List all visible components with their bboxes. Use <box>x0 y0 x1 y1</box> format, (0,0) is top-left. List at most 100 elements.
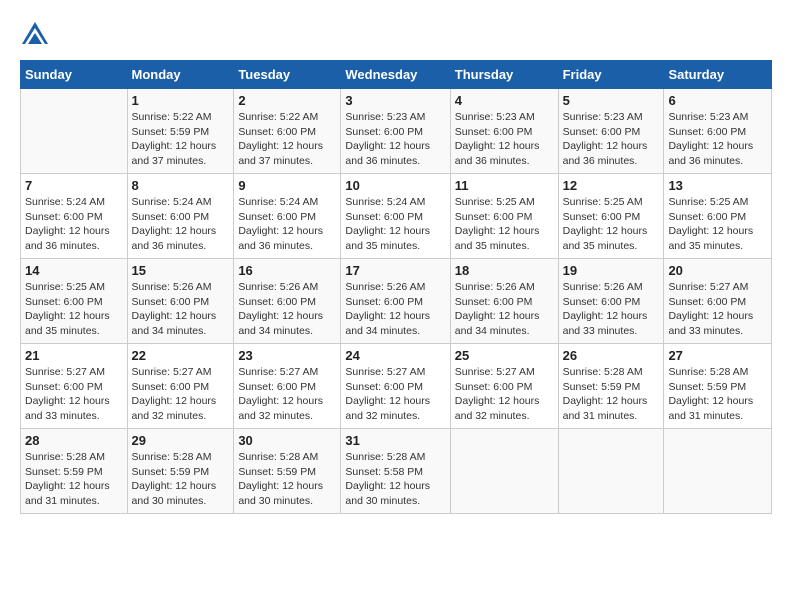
calendar-cell: 11 Sunrise: 5:25 AM Sunset: 6:00 PM Dayli… <box>450 174 558 259</box>
header-row: SundayMondayTuesdayWednesdayThursdayFrid… <box>21 61 772 89</box>
calendar-cell: 28 Sunrise: 5:28 AM Sunset: 5:59 PM Dayli… <box>21 429 128 514</box>
day-info: Sunrise: 5:26 AM Sunset: 6:00 PM Dayligh… <box>455 280 554 339</box>
day-number: 6 <box>668 93 767 108</box>
header-day-monday: Monday <box>127 61 234 89</box>
calendar-cell: 7Sunrise: 5:24 AM Sunset: 6:00 PM Daylig… <box>21 174 128 259</box>
day-info: Sunrise: 5:22 AM Sunset: 5:59 PM Dayligh… <box>132 110 230 169</box>
day-number: 9 <box>238 178 336 193</box>
day-info: Sunrise: 5:26 AM Sunset: 6:00 PM Dayligh… <box>563 280 660 339</box>
day-number: 24 <box>345 348 445 363</box>
day-info: Sunrise: 5:25 AM Sunset: 6:00 PM Dayligh… <box>563 195 660 254</box>
day-number: 17 <box>345 263 445 278</box>
calendar-cell: 20 Sunrise: 5:27 AM Sunset: 6:00 PM Dayli… <box>664 259 772 344</box>
day-info: Sunrise: 5:25 AM Sunset: 6:00 PM Dayligh… <box>668 195 767 254</box>
calendar-cell: 14 Sunrise: 5:25 AM Sunset: 6:00 PM Dayli… <box>21 259 128 344</box>
day-number: 18 <box>455 263 554 278</box>
day-number: 12 <box>563 178 660 193</box>
day-number: 8 <box>132 178 230 193</box>
day-info: Sunrise: 5:25 AM Sunset: 6:00 PM Dayligh… <box>455 195 554 254</box>
header-day-thursday: Thursday <box>450 61 558 89</box>
calendar-cell: 12 Sunrise: 5:25 AM Sunset: 6:00 PM Dayli… <box>558 174 664 259</box>
calendar-cell <box>558 429 664 514</box>
day-info: Sunrise: 5:27 AM Sunset: 6:00 PM Dayligh… <box>132 365 230 424</box>
day-number: 1 <box>132 93 230 108</box>
day-number: 10 <box>345 178 445 193</box>
calendar-cell: 16 Sunrise: 5:26 AM Sunset: 6:00 PM Dayli… <box>234 259 341 344</box>
header-day-friday: Friday <box>558 61 664 89</box>
day-info: Sunrise: 5:23 AM Sunset: 6:00 PM Dayligh… <box>668 110 767 169</box>
calendar-cell: 25 Sunrise: 5:27 AM Sunset: 6:00 PM Dayli… <box>450 344 558 429</box>
day-info: Sunrise: 5:25 AM Sunset: 6:00 PM Dayligh… <box>25 280 123 339</box>
day-info: Sunrise: 5:23 AM Sunset: 6:00 PM Dayligh… <box>455 110 554 169</box>
day-number: 23 <box>238 348 336 363</box>
day-number: 15 <box>132 263 230 278</box>
week-row-4: 21 Sunrise: 5:27 AM Sunset: 6:00 PM Dayli… <box>21 344 772 429</box>
calendar-cell: 26 Sunrise: 5:28 AM Sunset: 5:59 PM Dayli… <box>558 344 664 429</box>
day-number: 20 <box>668 263 767 278</box>
calendar-cell: 24Sunrise: 5:27 AM Sunset: 6:00 PM Dayli… <box>341 344 450 429</box>
calendar-cell: 15 Sunrise: 5:26 AM Sunset: 6:00 PM Dayli… <box>127 259 234 344</box>
calendar-cell: 8 Sunrise: 5:24 AM Sunset: 6:00 PM Daylig… <box>127 174 234 259</box>
day-info: Sunrise: 5:27 AM Sunset: 6:00 PM Dayligh… <box>238 365 336 424</box>
logo-icon <box>20 20 50 50</box>
day-number: 5 <box>563 93 660 108</box>
day-info: Sunrise: 5:24 AM Sunset: 6:00 PM Dayligh… <box>345 195 445 254</box>
calendar-cell: 27Sunrise: 5:28 AM Sunset: 5:59 PM Dayli… <box>664 344 772 429</box>
day-number: 11 <box>455 178 554 193</box>
header-day-wednesday: Wednesday <box>341 61 450 89</box>
calendar-cell: 18 Sunrise: 5:26 AM Sunset: 6:00 PM Dayli… <box>450 259 558 344</box>
day-info: Sunrise: 5:22 AM Sunset: 6:00 PM Dayligh… <box>238 110 336 169</box>
week-row-2: 7Sunrise: 5:24 AM Sunset: 6:00 PM Daylig… <box>21 174 772 259</box>
day-info: Sunrise: 5:27 AM Sunset: 6:00 PM Dayligh… <box>668 280 767 339</box>
calendar-cell: 1 Sunrise: 5:22 AM Sunset: 5:59 PM Daylig… <box>127 89 234 174</box>
day-number: 14 <box>25 263 123 278</box>
day-number: 22 <box>132 348 230 363</box>
day-info: Sunrise: 5:28 AM Sunset: 5:58 PM Dayligh… <box>345 450 445 509</box>
calendar-cell <box>450 429 558 514</box>
day-info: Sunrise: 5:27 AM Sunset: 6:00 PM Dayligh… <box>455 365 554 424</box>
calendar-cell: 17 Sunrise: 5:26 AM Sunset: 6:00 PM Dayli… <box>341 259 450 344</box>
day-number: 2 <box>238 93 336 108</box>
day-info: Sunrise: 5:28 AM Sunset: 5:59 PM Dayligh… <box>132 450 230 509</box>
week-row-5: 28 Sunrise: 5:28 AM Sunset: 5:59 PM Dayli… <box>21 429 772 514</box>
day-number: 13 <box>668 178 767 193</box>
calendar-cell: 2 Sunrise: 5:22 AM Sunset: 6:00 PM Daylig… <box>234 89 341 174</box>
day-number: 21 <box>25 348 123 363</box>
day-info: Sunrise: 5:27 AM Sunset: 6:00 PM Dayligh… <box>25 365 123 424</box>
week-row-1: 1 Sunrise: 5:22 AM Sunset: 5:59 PM Daylig… <box>21 89 772 174</box>
calendar-cell: 10 Sunrise: 5:24 AM Sunset: 6:00 PM Dayli… <box>341 174 450 259</box>
day-number: 29 <box>132 433 230 448</box>
day-number: 16 <box>238 263 336 278</box>
day-info: Sunrise: 5:28 AM Sunset: 5:59 PM Dayligh… <box>563 365 660 424</box>
day-info: Sunrise: 5:23 AM Sunset: 6:00 PM Dayligh… <box>563 110 660 169</box>
day-number: 28 <box>25 433 123 448</box>
calendar-cell: 23 Sunrise: 5:27 AM Sunset: 6:00 PM Dayli… <box>234 344 341 429</box>
day-info: Sunrise: 5:24 AM Sunset: 6:00 PM Dayligh… <box>238 195 336 254</box>
day-info: Sunrise: 5:24 AM Sunset: 6:00 PM Dayligh… <box>25 195 123 254</box>
day-number: 19 <box>563 263 660 278</box>
calendar-cell: 13 Sunrise: 5:25 AM Sunset: 6:00 PM Dayli… <box>664 174 772 259</box>
day-info: Sunrise: 5:28 AM Sunset: 5:59 PM Dayligh… <box>25 450 123 509</box>
calendar-cell <box>21 89 128 174</box>
day-info: Sunrise: 5:28 AM Sunset: 5:59 PM Dayligh… <box>668 365 767 424</box>
day-info: Sunrise: 5:26 AM Sunset: 6:00 PM Dayligh… <box>238 280 336 339</box>
day-number: 26 <box>563 348 660 363</box>
calendar-cell: 6 Sunrise: 5:23 AM Sunset: 6:00 PM Daylig… <box>664 89 772 174</box>
day-info: Sunrise: 5:24 AM Sunset: 6:00 PM Dayligh… <box>132 195 230 254</box>
day-number: 25 <box>455 348 554 363</box>
day-info: Sunrise: 5:26 AM Sunset: 6:00 PM Dayligh… <box>132 280 230 339</box>
day-info: Sunrise: 5:26 AM Sunset: 6:00 PM Dayligh… <box>345 280 445 339</box>
day-number: 31 <box>345 433 445 448</box>
calendar-table: SundayMondayTuesdayWednesdayThursdayFrid… <box>20 60 772 514</box>
calendar-cell: 29 Sunrise: 5:28 AM Sunset: 5:59 PM Dayli… <box>127 429 234 514</box>
day-number: 4 <box>455 93 554 108</box>
calendar-cell: 9 Sunrise: 5:24 AM Sunset: 6:00 PM Daylig… <box>234 174 341 259</box>
day-info: Sunrise: 5:28 AM Sunset: 5:59 PM Dayligh… <box>238 450 336 509</box>
logo <box>20 20 54 50</box>
page-header <box>20 20 772 50</box>
calendar-cell: 30Sunrise: 5:28 AM Sunset: 5:59 PM Dayli… <box>234 429 341 514</box>
calendar-cell: 21 Sunrise: 5:27 AM Sunset: 6:00 PM Dayli… <box>21 344 128 429</box>
week-row-3: 14 Sunrise: 5:25 AM Sunset: 6:00 PM Dayli… <box>21 259 772 344</box>
header-day-tuesday: Tuesday <box>234 61 341 89</box>
header-day-saturday: Saturday <box>664 61 772 89</box>
